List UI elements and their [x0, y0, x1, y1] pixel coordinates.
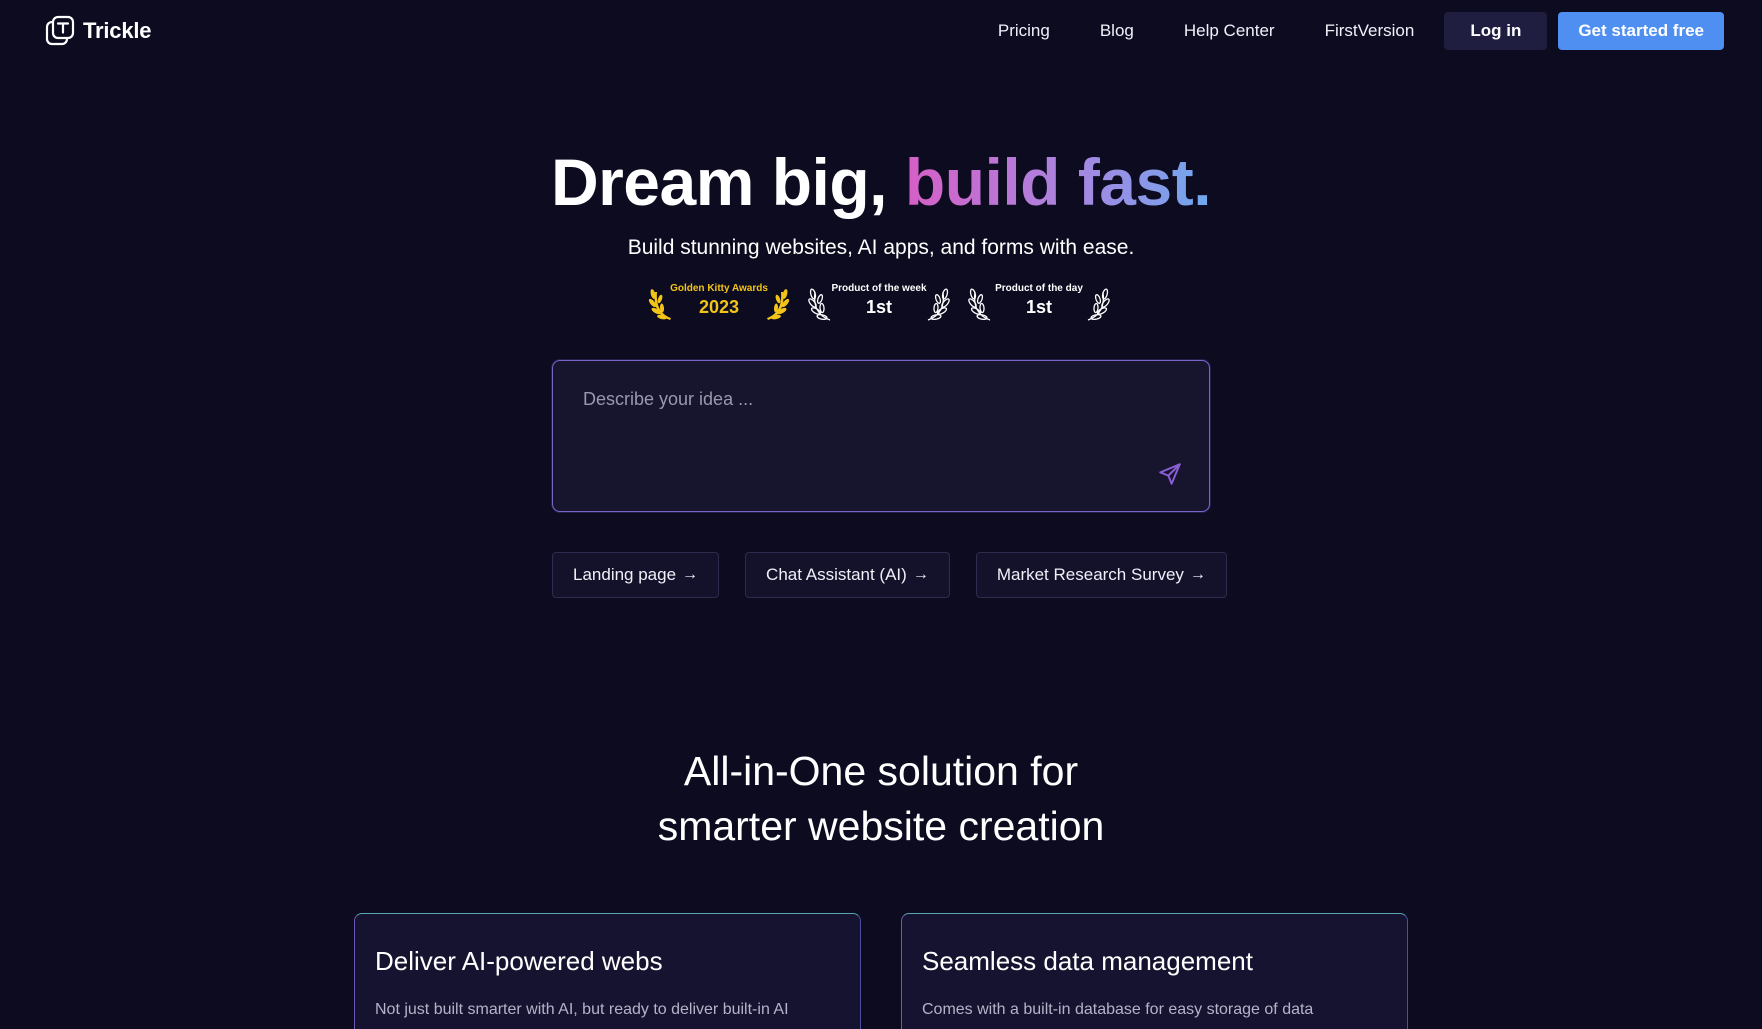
nav-link-pricing[interactable]: Pricing	[998, 21, 1050, 41]
chip-label: Market Research Survey	[996, 565, 1184, 584]
laurel-left-icon	[648, 289, 671, 320]
award-value: 1st	[865, 297, 892, 317]
arrow-right-icon: →	[682, 566, 699, 583]
feature-card-ai-webs: Deliver AI-powered webs Not just built s…	[354, 913, 861, 1029]
award-label: Product of the week	[831, 283, 927, 294]
chip-landing-page[interactable]: Landing page →	[552, 552, 720, 598]
hero-title: Dream big, build fast.	[0, 142, 1762, 222]
send-icon	[1159, 463, 1181, 485]
nav-link-blog[interactable]: Blog	[1100, 21, 1134, 41]
chip-market-research-survey[interactable]: Market Research Survey →	[975, 552, 1227, 598]
get-started-button[interactable]: Get started free	[1558, 12, 1724, 50]
hero-subtitle: Build stunning websites, AI apps, and fo…	[627, 236, 1135, 259]
section-title-line-2: smarter website creation	[657, 803, 1105, 849]
laurel-left-icon	[968, 288, 991, 321]
award-label: Product of the day	[995, 283, 1083, 294]
award-product-of-the-day: Product of the day 1st	[968, 276, 1110, 324]
award-text: Product of the week 1st	[831, 283, 927, 317]
laurel-right-icon	[767, 289, 790, 320]
idea-input[interactable]	[553, 361, 1209, 511]
arrow-right-icon: →	[1189, 566, 1206, 583]
laurel-left-icon	[808, 288, 831, 321]
arrow-right-icon: →	[912, 566, 929, 583]
card-title: Deliver AI-powered webs	[375, 946, 663, 976]
nav-link-firstversion[interactable]: FirstVersion	[1325, 21, 1415, 41]
card-title: Seamless data management	[922, 946, 1253, 976]
page: Trickle Pricing Blog Help Center FirstVe…	[0, 0, 1762, 1029]
login-button[interactable]: Log in	[1444, 12, 1548, 50]
nav-menu: Pricing Blog Help Center FirstVersion Lo…	[998, 12, 1724, 50]
card-text: Not just built smarter with AI, but read…	[375, 1001, 789, 1018]
feature-card-data-management: Seamless data management Comes with a bu…	[901, 913, 1408, 1029]
awards-row: Golden Kitty Awards 2023 Product of the …	[648, 276, 1110, 324]
brand-logo-link[interactable]: Trickle	[44, 15, 152, 47]
award-golden-kitty: Golden Kitty Awards 2023	[648, 276, 790, 324]
brand-name: Trickle	[83, 18, 152, 43]
chip-label: Chat Assistant (AI)	[766, 565, 907, 584]
award-value: 1st	[1025, 297, 1052, 317]
laurel-right-icon	[1087, 288, 1110, 321]
top-nav: Trickle Pricing Blog Help Center FirstVe…	[0, 0, 1762, 62]
award-value: 2023	[698, 297, 740, 317]
hero-title-plain: Dream big,	[550, 145, 905, 219]
nav-link-help-center[interactable]: Help Center	[1184, 21, 1275, 41]
chip-chat-assistant[interactable]: Chat Assistant (AI) →	[745, 552, 950, 598]
section-title: All-in-One solution for smarter website …	[0, 744, 1762, 854]
trickle-logo-icon	[45, 15, 75, 46]
card-text: Comes with a built-in database for easy …	[922, 1001, 1314, 1018]
suggestion-chips: Landing page → Chat Assistant (AI) → Mar…	[552, 552, 1227, 598]
award-text: Product of the day 1st	[995, 283, 1083, 317]
award-text: Golden Kitty Awards 2023	[670, 283, 768, 317]
laurel-right-icon	[927, 288, 950, 321]
award-label: Golden Kitty Awards	[670, 283, 768, 294]
send-button[interactable]	[1157, 461, 1183, 487]
chip-label: Landing page	[573, 565, 677, 584]
hero-title-gradient: build fast.	[904, 145, 1212, 219]
idea-prompt-box	[552, 360, 1210, 512]
award-product-of-the-week: Product of the week 1st	[808, 276, 950, 324]
section-title-line-1: All-in-One solution for	[683, 748, 1079, 794]
